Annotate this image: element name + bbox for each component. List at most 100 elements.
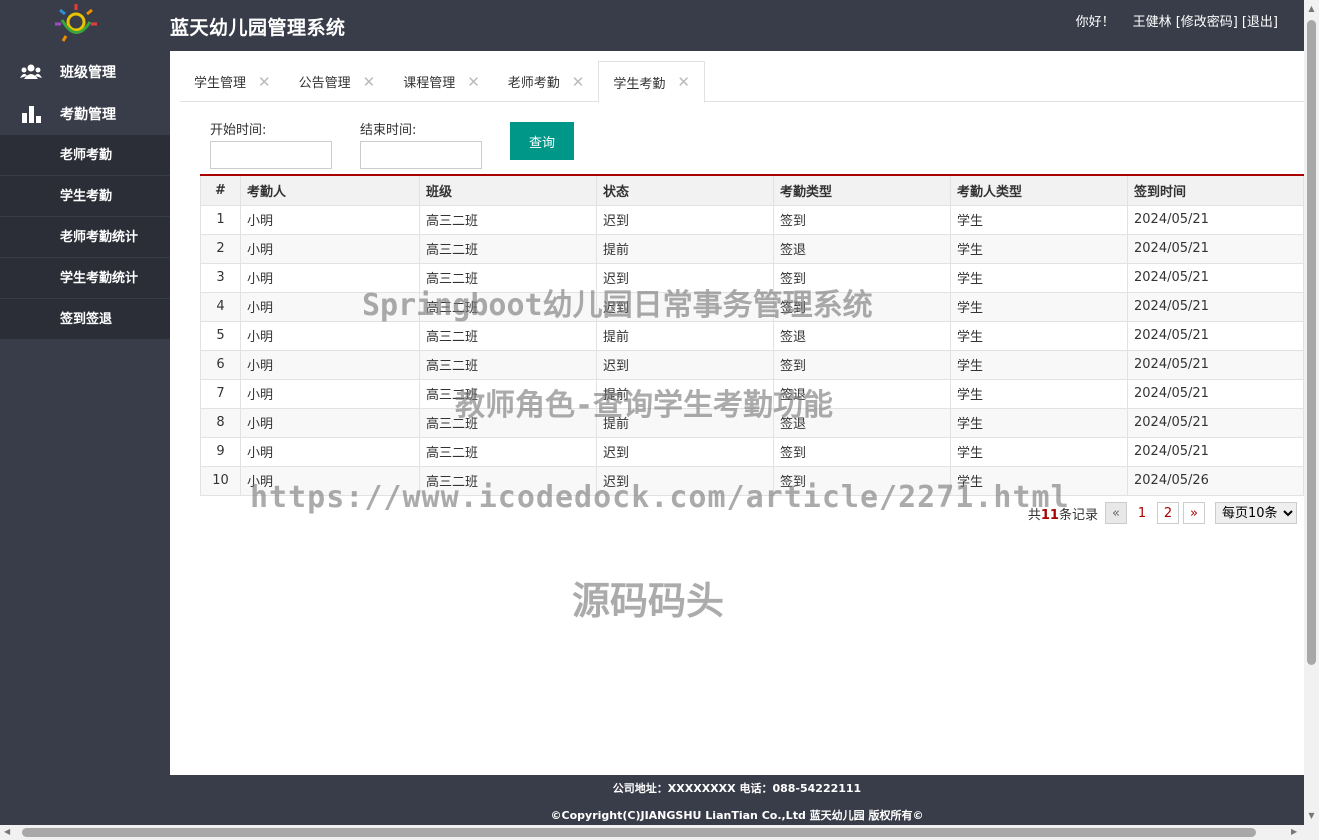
per-page-select[interactable]: 每页10条 (1215, 502, 1297, 524)
table-cell: 2024/05/21 (1127, 233, 1304, 264)
record-count-prefix: 共 (1027, 507, 1041, 523)
vertical-scroll-thumb[interactable] (1307, 20, 1316, 665)
record-count-value: 11 (1040, 507, 1059, 523)
table-cell: 提前 (596, 407, 774, 438)
attendance-submenu: 老师考勤 学生考勤 老师考勤统计 学生考勤统计 签到签退 (0, 135, 170, 340)
tab-student-attendance[interactable]: 学生考勤 ✕ (598, 61, 705, 103)
top-header: 蓝天幼儿园管理系统 你好！ 王健林 [修改密码] [退出] (0, 0, 1304, 51)
table-cell: 学生 (950, 378, 1128, 409)
tab-label: 老师考勤 (507, 76, 560, 91)
sidebar-item-teacher-attendance[interactable]: 老师考勤 (0, 135, 170, 176)
sidebar-item-check-in-out[interactable]: 签到签退 (0, 299, 170, 340)
tab-bar: 学生管理 ✕ 公告管理 ✕ 课程管理 ✕ 老师考勤 ✕ 学生考勤 ✕ (180, 61, 1304, 103)
table-cell: 签退 (773, 378, 951, 409)
sidebar-item-student-attendance[interactable]: 学生考勤 (0, 176, 170, 217)
table-cell: 小明 (240, 407, 420, 438)
scroll-left-icon[interactable]: ◀ (4, 827, 14, 837)
end-time-field: 结束时间: (360, 119, 482, 169)
end-time-input[interactable] (360, 141, 482, 169)
table-cell: 学生 (950, 349, 1128, 380)
table-row: 7 小明 高三二班 提前 签退 学生 2024/05/21 (200, 378, 1304, 409)
user-bar: 你好！ 王健林 [修改密码] [退出] (1076, 11, 1278, 30)
page-1-button[interactable]: 1 (1131, 502, 1153, 524)
sidebar-group-class-management[interactable]: 班级管理 (0, 51, 170, 93)
record-count-suffix: 条记录 (1058, 507, 1098, 523)
table-cell: 签退 (773, 233, 951, 264)
table-cell: 高三二班 (419, 465, 597, 496)
table-cell: 小明 (240, 320, 420, 351)
scroll-down-icon[interactable]: ▼ (1307, 811, 1316, 821)
table-cell: 迟到 (596, 262, 774, 293)
table-cell: 签到 (773, 204, 951, 235)
column-header: 状态 (596, 174, 774, 206)
table-cell: 学生 (950, 407, 1128, 438)
prev-page-button[interactable]: « (1105, 502, 1127, 524)
horizontal-scroll-thumb[interactable] (22, 828, 1256, 837)
close-icon[interactable]: ✕ (258, 73, 271, 91)
table-cell: 10 (200, 465, 241, 496)
tab-label: 公告管理 (298, 76, 351, 91)
scroll-up-icon[interactable]: ▲ (1307, 4, 1316, 14)
close-icon[interactable]: ✕ (572, 73, 585, 91)
app-title: 蓝天幼儿园管理系统 (170, 17, 346, 39)
close-icon[interactable]: ✕ (363, 73, 376, 91)
scroll-right-icon[interactable]: ▶ (1291, 827, 1301, 837)
table-cell: 迟到 (596, 204, 774, 235)
table-cell: 学生 (950, 465, 1128, 496)
record-count: 共11条记录 (1028, 504, 1098, 523)
table-cell: 高三二班 (419, 436, 597, 467)
table-row: 1 小明 高三二班 迟到 签到 学生 2024/05/21 (200, 204, 1304, 235)
logout-link[interactable]: [退出] (1242, 11, 1278, 30)
table-cell: 学生 (950, 436, 1128, 467)
table-row: 3 小明 高三二班 迟到 签到 学生 2024/05/21 (200, 262, 1304, 293)
table-cell: 高三二班 (419, 291, 597, 322)
table-cell: 迟到 (596, 436, 774, 467)
next-page-button[interactable]: » (1183, 502, 1205, 524)
table-cell: 签退 (773, 320, 951, 351)
end-time-label: 结束时间: (360, 123, 417, 138)
column-header: # (200, 174, 241, 206)
sidebar-group-attendance-management[interactable]: 考勤管理 (0, 93, 170, 135)
sidebar-item-teacher-attendance-stats[interactable]: 老师考勤统计 (0, 217, 170, 258)
table-cell: 小明 (240, 233, 420, 264)
close-icon[interactable]: ✕ (467, 73, 480, 91)
column-header: 签到时间 (1127, 174, 1304, 206)
query-button[interactable]: 查询 (510, 122, 574, 160)
table-cell: 5 (200, 320, 241, 351)
tab-notice-management[interactable]: 公告管理 ✕ (285, 61, 390, 102)
table-cell: 9 (200, 436, 241, 467)
tab-student-management[interactable]: 学生管理 ✕ (180, 61, 285, 102)
bar-chart-icon (22, 106, 41, 123)
footer: 公司地址：XXXXXXXX 电话：088-54222111 ©Copyright… (170, 775, 1304, 825)
column-header: 考勤人类型 (950, 174, 1128, 206)
table-cell: 学生 (950, 204, 1128, 235)
table-cell: 小明 (240, 291, 420, 322)
table-cell: 2024/05/21 (1127, 204, 1304, 235)
attendance-table: # 考勤人 班级 状态 考勤类型 考勤人类型 签到时间 1 小明 高三二班 迟到 签到学… (200, 174, 1304, 496)
table-cell: 迟到 (596, 349, 774, 380)
horizontal-scrollbar[interactable]: ◀ ▶ (0, 825, 1319, 840)
change-password-link[interactable]: [修改密码] (1176, 11, 1238, 30)
footer-copyright: ©Copyright(C)JIANGSHU LianTian Co.,Ltd 蓝… (550, 809, 924, 822)
table-cell: 提前 (596, 378, 774, 409)
table-cell: 高三二班 (419, 349, 597, 380)
table-row: 2 小明 高三二班 提前 签退 学生 2024/05/21 (200, 233, 1304, 264)
table-cell: 8 (200, 407, 241, 438)
close-icon[interactable]: ✕ (677, 73, 690, 91)
table-cell: 签到 (773, 465, 951, 496)
table-cell: 学生 (950, 320, 1128, 351)
table-cell: 签到 (773, 291, 951, 322)
table-cell: 高三二班 (419, 262, 597, 293)
sidebar-item-student-attendance-stats[interactable]: 学生考勤统计 (0, 258, 170, 299)
vertical-scrollbar[interactable]: ▲ ▼ (1304, 0, 1319, 825)
username: 王健林 (1132, 15, 1172, 30)
tab-teacher-attendance[interactable]: 老师考勤 ✕ (494, 61, 599, 102)
table-cell: 2024/05/21 (1127, 436, 1304, 467)
table-cell: 小明 (240, 465, 420, 496)
page-2-button[interactable]: 2 (1157, 502, 1179, 524)
table-cell: 小明 (240, 204, 420, 235)
start-time-input[interactable] (210, 141, 332, 169)
tab-course-management[interactable]: 课程管理 ✕ (389, 61, 494, 102)
table-cell: 1 (200, 204, 241, 235)
table-cell: 2024/05/21 (1127, 320, 1304, 351)
